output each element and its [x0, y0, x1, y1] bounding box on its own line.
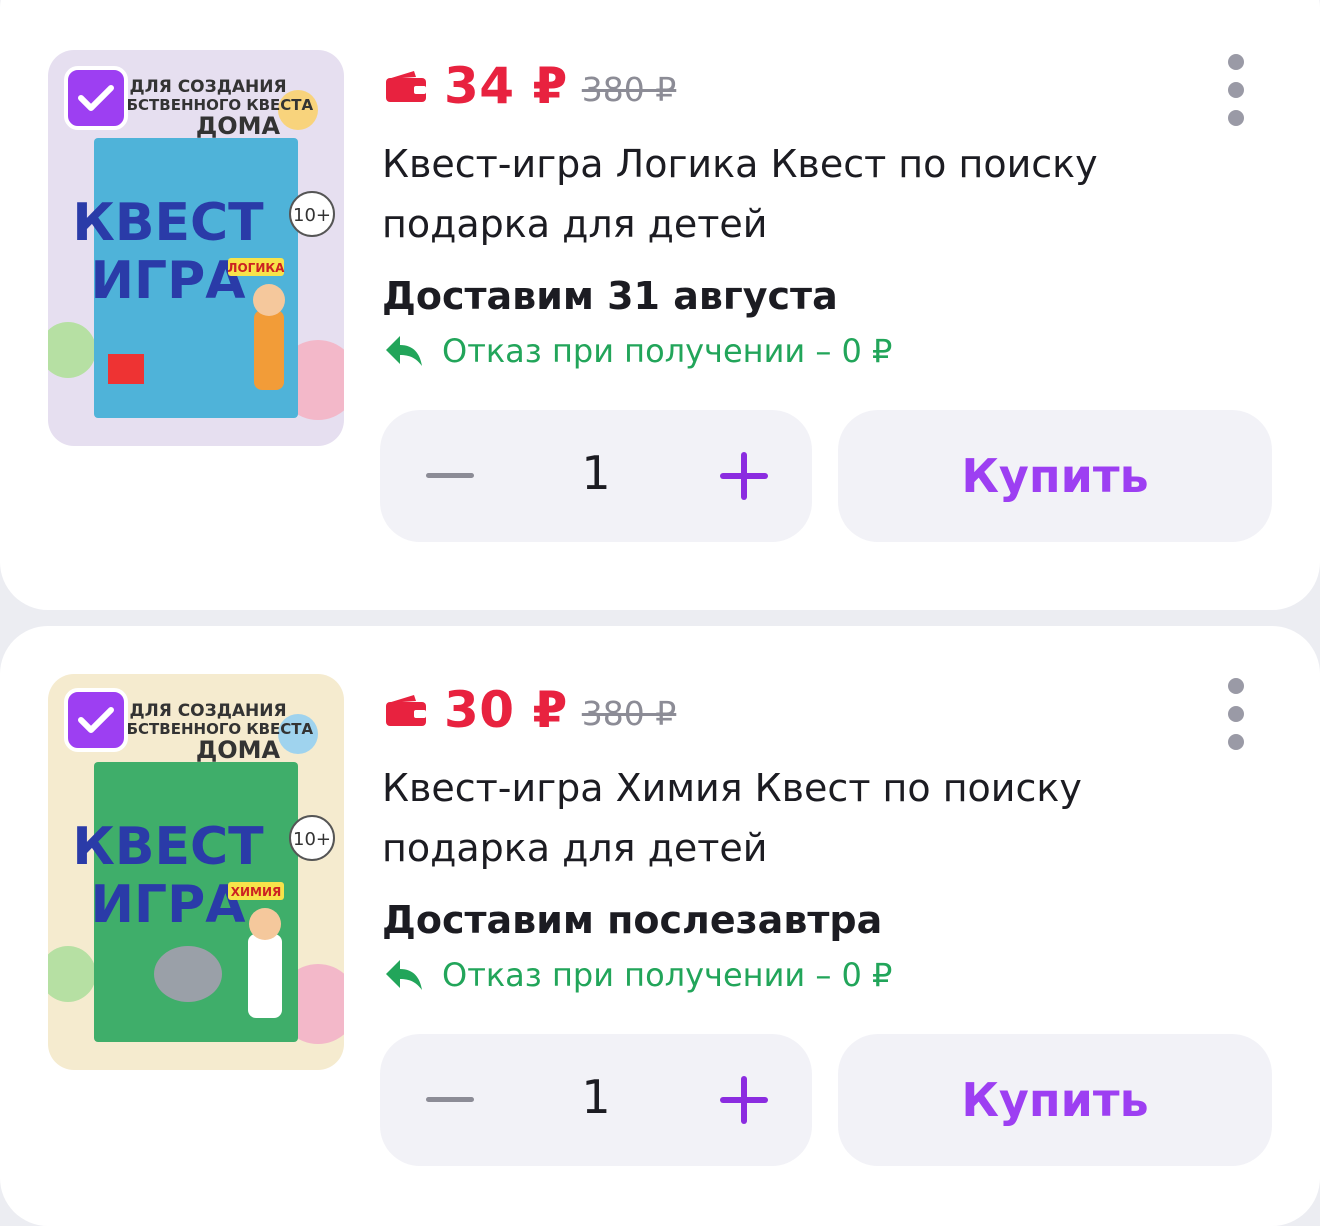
refund-text: Отказ при получении – 0 ₽	[442, 956, 893, 994]
buy-button[interactable]: Купить	[838, 410, 1272, 542]
more-options-icon[interactable]	[1226, 54, 1246, 126]
cover-header-1: ДЛЯ СОЗДАНИЯ	[129, 701, 286, 721]
decrease-button[interactable]	[426, 473, 474, 478]
quantity-value: 1	[581, 446, 611, 500]
price-row: 30 ₽ 380 ₽	[384, 680, 676, 740]
price-row: 34 ₽ 380 ₽	[384, 56, 676, 116]
cover-age: 10+	[293, 829, 331, 850]
wallet-icon	[386, 71, 426, 102]
select-checkbox[interactable]	[64, 688, 128, 752]
check-icon	[78, 707, 114, 733]
increase-button[interactable]	[720, 452, 768, 500]
cover-header-1: ДЛЯ СОЗДАНИЯ	[129, 77, 286, 97]
wallet-icon	[386, 695, 426, 726]
quantity-value: 1	[581, 1070, 611, 1124]
quantity-stepper: 1	[380, 1034, 812, 1166]
decrease-button[interactable]	[426, 1097, 474, 1102]
cover-header-3: ДОМА	[196, 112, 281, 140]
more-options-icon[interactable]	[1226, 678, 1246, 750]
return-arrow-icon	[386, 960, 422, 990]
old-price: 380 ₽	[581, 693, 677, 733]
refund-info: Отказ при получении – 0 ₽	[384, 956, 892, 994]
refund-text: Отказ при получении – 0 ₽	[442, 332, 893, 370]
product-title[interactable]: Квест-игра Логика Квест по поиску подарк…	[382, 134, 1202, 254]
increase-button[interactable]	[720, 1076, 768, 1124]
old-price: 380 ₽	[581, 69, 677, 109]
delivery-date: Доставим 31 августа	[382, 274, 838, 318]
quantity-stepper: 1	[380, 410, 812, 542]
cover-subject: ХИМИЯ	[231, 885, 282, 899]
product-title[interactable]: Квест-игра Химия Квест по поиску подарка…	[382, 758, 1202, 878]
return-arrow-icon	[386, 336, 422, 366]
current-price: 34 ₽	[444, 57, 568, 115]
cover-header-3: ДОМА	[196, 736, 281, 764]
buy-button[interactable]: Купить	[838, 1034, 1272, 1166]
cover-title-2: ИГРА	[90, 875, 245, 935]
cover-title-1: КВЕСТ	[72, 193, 264, 253]
refund-info: Отказ при получении – 0 ₽	[384, 332, 892, 370]
cover-title-1: КВЕСТ	[72, 817, 264, 877]
select-checkbox[interactable]	[64, 66, 128, 130]
check-icon	[78, 85, 114, 111]
delivery-date: Доставим послезавтра	[382, 898, 883, 942]
cover-subject: ЛОГИКА	[228, 261, 286, 275]
current-price: 30 ₽	[444, 681, 568, 739]
cover-title-2: ИГРА	[90, 251, 245, 311]
cover-age: 10+	[293, 205, 331, 226]
